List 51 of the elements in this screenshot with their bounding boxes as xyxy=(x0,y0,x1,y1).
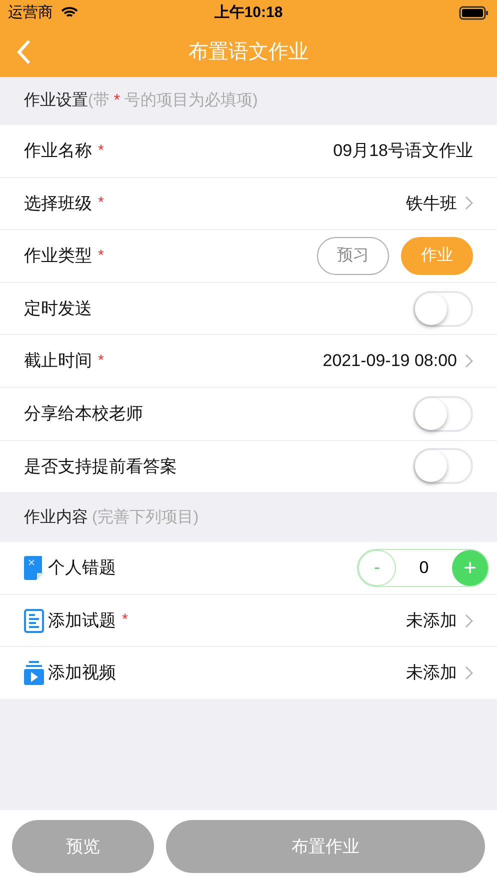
field-value: 铁牛班 xyxy=(406,192,457,215)
form-row[interactable]: 是否支持提前看答案 xyxy=(0,440,497,494)
battery-icon xyxy=(459,6,489,20)
field-value: 未添加 xyxy=(406,610,457,632)
form-row[interactable]: 定时发送 xyxy=(0,282,497,336)
section-hint: (完善下列项目) xyxy=(92,507,199,528)
video-icon xyxy=(24,661,44,686)
toggle-switch[interactable] xyxy=(413,396,473,432)
field-label: 添加视频 xyxy=(48,662,116,684)
field-label: 作业类型 xyxy=(24,245,92,268)
list-document-icon xyxy=(24,608,44,633)
toggle-switch[interactable] xyxy=(413,448,473,484)
form-row[interactable]: 作业名称 * 09月18号语文作业 xyxy=(0,125,497,178)
carrier-name: 运营商 xyxy=(8,2,53,23)
field-label: 截止时间 xyxy=(24,350,92,372)
field-label: 选择班级 xyxy=(24,192,92,215)
field-label: 分享给本校老师 xyxy=(24,403,143,426)
form-row[interactable]: 分享给本校老师 xyxy=(0,388,497,441)
form-row[interactable]: 添加试题 * 未添加 xyxy=(0,594,497,648)
chevron-right-icon xyxy=(465,666,473,680)
page-title: 布置语文作业 xyxy=(188,40,308,64)
form-row[interactable]: 添加视频 未添加 xyxy=(0,647,497,700)
status-time: 上午10:18 xyxy=(214,2,283,23)
wifi-icon xyxy=(61,7,78,19)
field-label: 作业名称 xyxy=(24,140,92,162)
required-mark: * xyxy=(98,140,104,161)
field-label: 添加试题 xyxy=(48,610,116,632)
field-label: 定时发送 xyxy=(24,298,92,320)
section-hint: (带 * 号的项目为必填项) xyxy=(88,90,258,111)
section-title: 作业内容 xyxy=(24,508,88,528)
chevron-right-icon xyxy=(465,196,473,210)
field-label: 是否支持提前看答案 xyxy=(24,456,177,478)
chevron-right-icon xyxy=(465,614,473,628)
form-row[interactable]: 作业类型 * 预习 作业 xyxy=(0,230,497,283)
required-mark: * xyxy=(98,193,104,214)
required-mark: * xyxy=(98,246,104,266)
form-row[interactable]: 截止时间 * 2021-09-19 08:00 xyxy=(0,335,497,388)
chevron-right-icon xyxy=(465,354,473,368)
document-icon xyxy=(24,556,44,580)
type-option[interactable]: 预习 xyxy=(317,236,389,275)
required-mark: * xyxy=(98,350,104,371)
required-mark: * xyxy=(122,610,128,630)
field-value: 未添加 xyxy=(406,662,457,684)
toggle-switch[interactable] xyxy=(413,290,473,327)
field-label: 个人错题 xyxy=(48,557,116,580)
back-icon[interactable] xyxy=(16,38,32,64)
form-row[interactable]: 选择班级 * 铁牛班 xyxy=(0,178,497,230)
section-title: 作业设置 xyxy=(24,90,88,111)
field-value: 2021-09-19 08:00 xyxy=(322,350,457,372)
field-value: 09月18号语文作业 xyxy=(333,140,473,162)
counter-value: 0 xyxy=(418,557,430,580)
